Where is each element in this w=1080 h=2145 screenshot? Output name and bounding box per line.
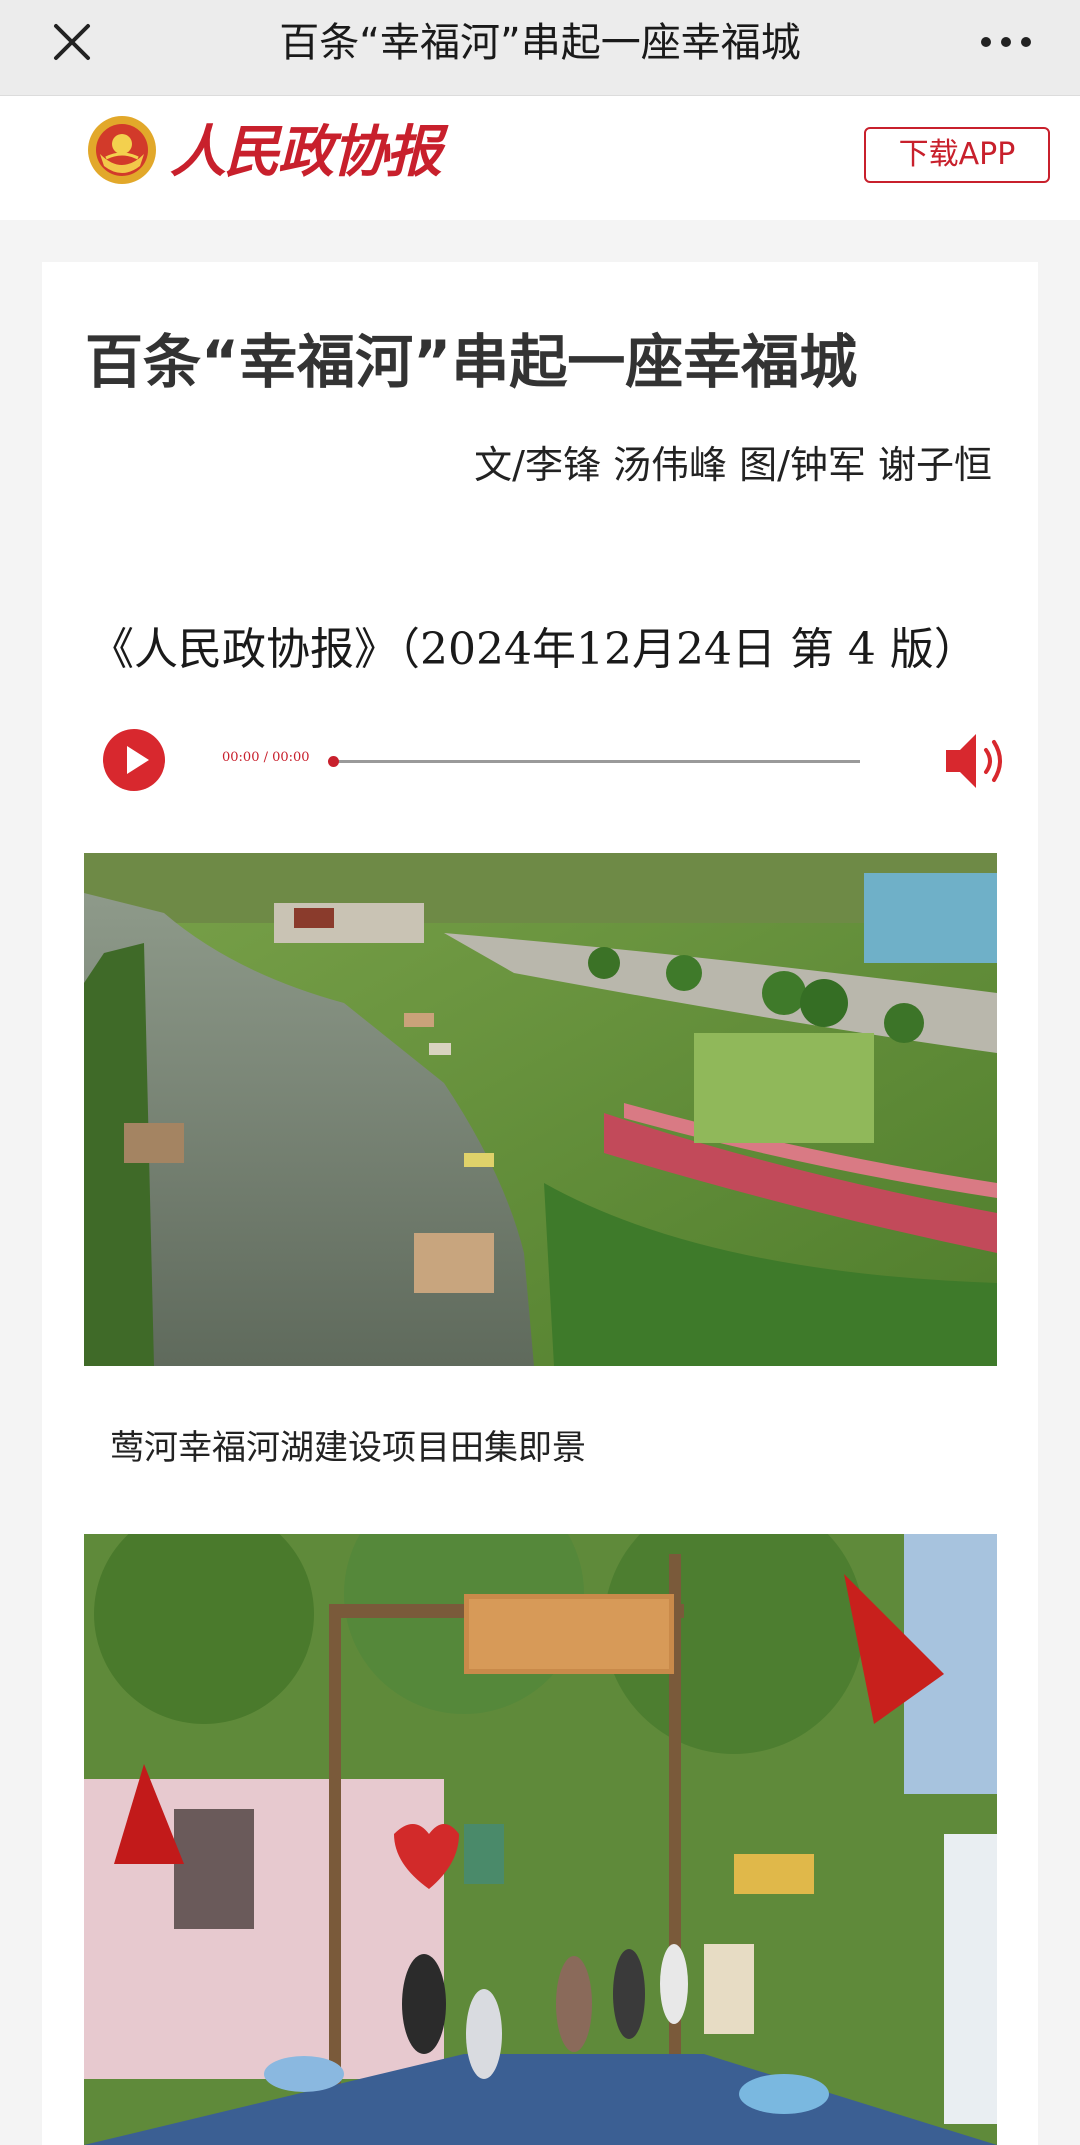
edition-info: 《人民政协报》（2024年12月24日 第 4 版） — [90, 624, 978, 675]
audio-player: 00:00 / 00:00 — [102, 728, 1022, 798]
audio-time: 00:00 / 00:00 — [222, 750, 310, 765]
volume-icon — [946, 734, 1002, 788]
article-byline: 文/李锋 汤伟峰 图/钟军 谢子恒 — [474, 443, 992, 487]
play-icon — [103, 729, 165, 791]
cppcc-emblem-icon — [86, 114, 158, 186]
close-button[interactable] — [44, 14, 100, 70]
article-card: 百条“幸福河”串起一座幸福城 文/李锋 汤伟峰 图/钟军 谢子恒 《人民政协报》… — [42, 262, 1038, 2145]
audio-progress-track[interactable] — [332, 760, 860, 763]
brand-logo-text: 人民政协报 — [170, 119, 442, 185]
close-icon — [54, 24, 90, 60]
article-photo-river-park — [84, 853, 997, 1366]
more-options-button[interactable] — [976, 22, 1036, 62]
brand-header: 人民政协报 下载APP — [0, 96, 1080, 220]
page-title: 百条“幸福河”串起一座幸福城 — [279, 20, 801, 66]
photo-caption: 莺河幸福河湖建设项目田集即景 — [110, 1428, 586, 1468]
volume-button[interactable] — [942, 730, 1010, 792]
download-app-button[interactable]: 下载APP — [864, 127, 1050, 183]
play-button[interactable] — [102, 728, 166, 792]
audio-progress-handle[interactable] — [328, 756, 339, 767]
navigation-bar: 百条“幸福河”串起一座幸福城 — [0, 0, 1080, 96]
article-photo-bbq-entrance — [84, 1534, 997, 2145]
more-options-icon — [981, 37, 1031, 47]
article-headline: 百条“幸福河”串起一座幸福城 — [85, 328, 858, 396]
